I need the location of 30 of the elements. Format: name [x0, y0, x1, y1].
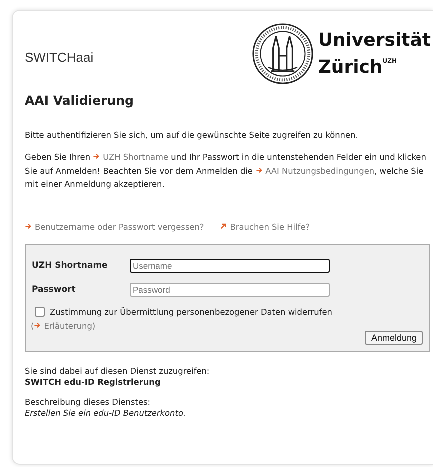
external-link-icon	[220, 222, 228, 230]
checkbox[interactable]	[35, 306, 45, 316]
brand-name: SWITCHaai	[25, 50, 94, 64]
arrow-icon	[34, 322, 42, 328]
login-button[interactable]: Anmeldung	[365, 330, 423, 344]
seal-drawing	[252, 23, 314, 85]
parenthesis: )	[92, 320, 96, 330]
university-name: Universität	[318, 30, 431, 51]
text-link[interactable]: UZH Shortname	[93, 152, 169, 162]
text-link[interactable]: AAI Nutzungsbedingungen	[256, 166, 375, 176]
help-link[interactable]: Benutzername oder Passwort vergessen?	[25, 222, 204, 232]
help-link[interactable]: Brauchen Sie Hilfe?	[220, 222, 310, 232]
instructions-text: Geben Sie Ihren UZH Shortname und Ihr Passwort in die untenstehenden Felder ein und klicken Sie auf Anmelden! Beachten Sie vor dem Anmelden die AAI Nutzungsbedingungen, welche Sie mit einer Anmeldung akzeptieren.	[25, 151, 428, 191]
arrow-icon	[256, 166, 263, 174]
city-name: Zürich$^{UZH}$	[318, 56, 398, 78]
service-name: SWITCH edu-ID Registrierung	[25, 376, 162, 388]
description-label: Beschreibung dieses Dienstes:	[25, 396, 152, 408]
intro-text: Bitte authentifizieren Sie sich, um auf die gewünschte Seite zugreifen zu können.	[25, 130, 360, 140]
field-label: UZH Shortname	[32, 260, 109, 270]
service-intro: Sie sind dabei auf diesen Dienst zuzugreifen:	[25, 366, 211, 376]
input-field[interactable]: Password	[130, 282, 330, 296]
explanation-link[interactable]: Erläuterung	[34, 320, 92, 330]
input-field[interactable]: Username	[130, 258, 330, 272]
checkbox-label: Zustimmung zur Übermittlung personenbezogener Daten widerrufen	[50, 306, 332, 316]
service-description: Erstellen Sie ein edu-ID Benutzerkonto.	[25, 408, 188, 418]
arrow-icon	[93, 153, 100, 160]
arrow-icon	[25, 222, 32, 230]
page-title: AAI Validierung	[25, 93, 135, 108]
field-label: Passwort	[32, 284, 77, 294]
parenthesis: (	[31, 320, 34, 330]
